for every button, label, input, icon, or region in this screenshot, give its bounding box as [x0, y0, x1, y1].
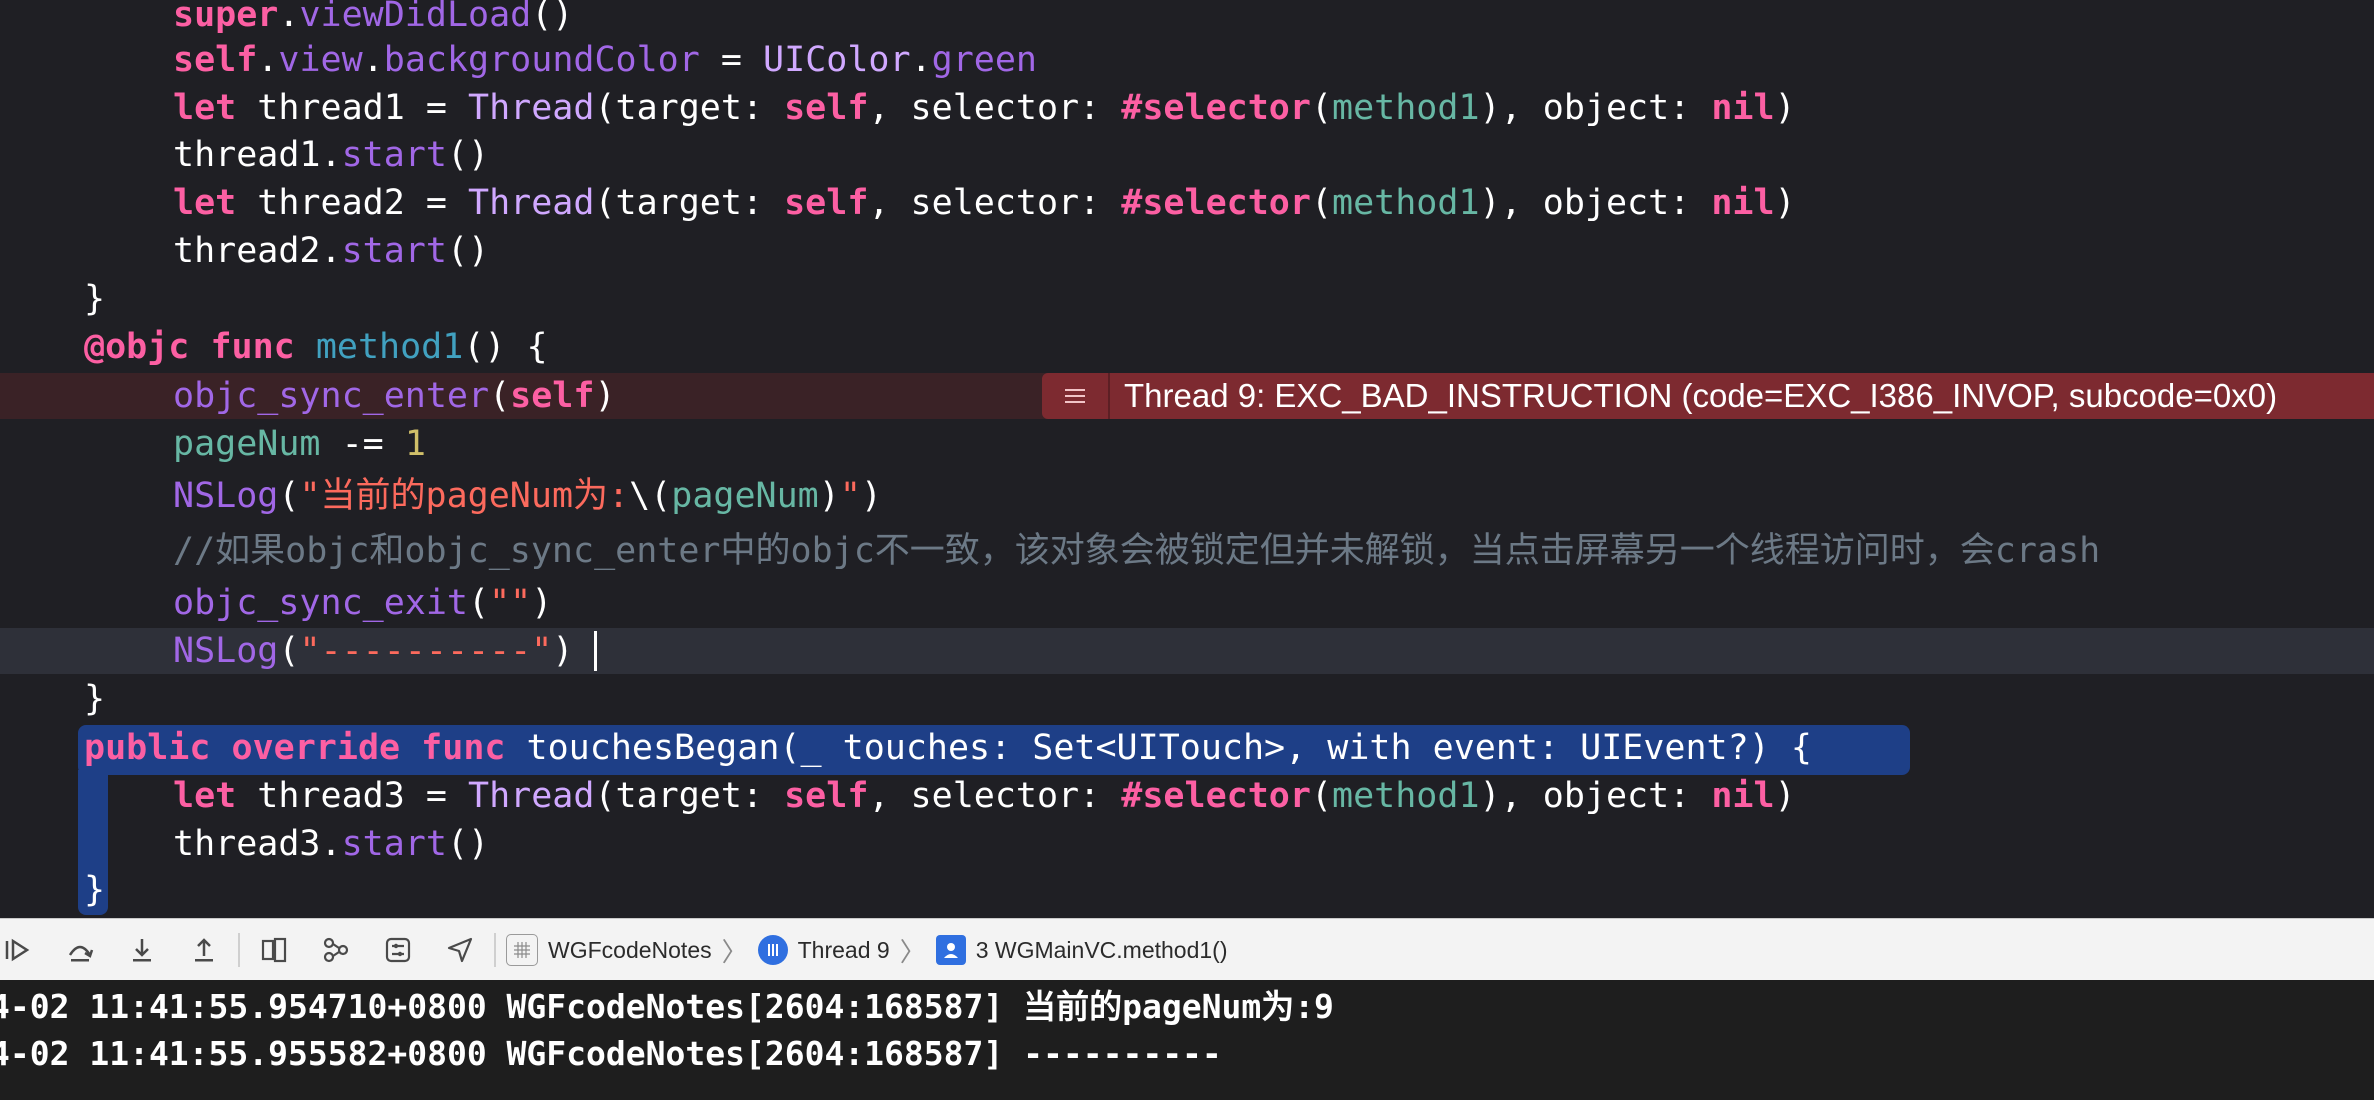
breadcrumb-thread[interactable]: Thread 9 — [757, 935, 890, 965]
breadcrumb-app[interactable]: WGFcodeNotes — [506, 934, 712, 966]
error-annotation-banner[interactable]: Thread 9: EXC_BAD_INSTRUCTION (code=EXC_… — [1042, 373, 2374, 419]
code-line-4[interactable]: thread1.start() — [0, 132, 2374, 178]
console-line: 4-02 11:41:55.954710+0800 WGFcodeNotes[2… — [0, 987, 1334, 1026]
memory-graph-icon[interactable] — [312, 926, 360, 974]
breadcrumb-label: 3 WGMainVC.method1() — [975, 936, 1228, 963]
text-caret — [594, 631, 597, 671]
code-line-2[interactable]: self.view.backgroundColor = UIColor.gree… — [0, 37, 2374, 83]
toolbar-divider — [238, 933, 240, 967]
location-icon[interactable] — [436, 926, 484, 974]
code-line-14-current[interactable]: NSLog("----------") — [0, 628, 2374, 674]
chevron-right-icon: 〉 — [899, 936, 926, 967]
code-line-11[interactable]: NSLog("当前的pageNum为:\(pageNum)") — [0, 473, 2374, 519]
continue-icon[interactable] — [0, 926, 42, 974]
thread-icon — [757, 935, 788, 965]
breadcrumb-label: WGFcodeNotes — [548, 936, 712, 963]
code-line-17[interactable]: let thread3 = Thread(target: self, selec… — [0, 773, 2374, 819]
step-out-icon[interactable] — [180, 926, 228, 974]
view-hierarchy-icon[interactable] — [250, 926, 298, 974]
code-line-16-selected[interactable]: public override func touchesBegan(_ touc… — [0, 725, 2374, 771]
breadcrumb: WGFcodeNotes 〉 Thread 9 〉 3 WGMainVC.met… — [506, 932, 1228, 969]
code-line-7[interactable]: } — [0, 276, 2374, 322]
list-lines-icon[interactable] — [1042, 373, 1110, 419]
debug-bar: WGFcodeNotes 〉 Thread 9 〉 3 WGMainVC.met… — [0, 918, 2374, 982]
code-editor[interactable]: super.viewDidLoad() self.view.background… — [0, 0, 2374, 918]
code-line-18[interactable]: thread3.start() — [0, 821, 2374, 867]
frame-icon — [935, 935, 966, 965]
breadcrumb-frame[interactable]: 3 WGMainVC.method1() — [935, 935, 1228, 965]
error-message: Thread 9: EXC_BAD_INSTRUCTION (code=EXC_… — [1124, 377, 2278, 414]
environment-overrides-icon[interactable] — [374, 926, 422, 974]
code-line-8[interactable]: @objc func method1() { — [0, 324, 2374, 370]
breadcrumb-label: Thread 9 — [797, 936, 890, 963]
code-token: super — [173, 0, 279, 35]
code-line-3[interactable]: let thread1 = Thread(target: self, selec… — [0, 85, 2374, 131]
code-line-5[interactable]: let thread2 = Thread(target: self, selec… — [0, 180, 2374, 226]
app-icon — [506, 934, 538, 966]
code-line-19[interactable]: } — [0, 867, 2374, 913]
code-line-1[interactable]: super.viewDidLoad() — [0, 0, 2374, 38]
code-line-12-comment[interactable]: //如果objc和objc_sync_enter中的objc不一致，该对象会被锁… — [0, 528, 2374, 574]
console-output[interactable]: 4-02 11:41:55.954710+0800 WGFcodeNotes[2… — [0, 980, 2374, 1100]
step-over-icon[interactable] — [56, 926, 104, 974]
code-line-15[interactable]: } — [0, 676, 2374, 722]
code-line-10[interactable]: pageNum -= 1 — [0, 421, 2374, 467]
toolbar-divider — [494, 933, 496, 967]
console-line: 4-02 11:41:55.955582+0800 WGFcodeNotes[2… — [0, 1034, 1222, 1073]
chevron-right-icon: 〉 — [721, 936, 748, 967]
code-line-13[interactable]: objc_sync_exit("") — [0, 580, 2374, 626]
code-line-6[interactable]: thread2.start() — [0, 228, 2374, 274]
step-into-icon[interactable] — [118, 926, 166, 974]
